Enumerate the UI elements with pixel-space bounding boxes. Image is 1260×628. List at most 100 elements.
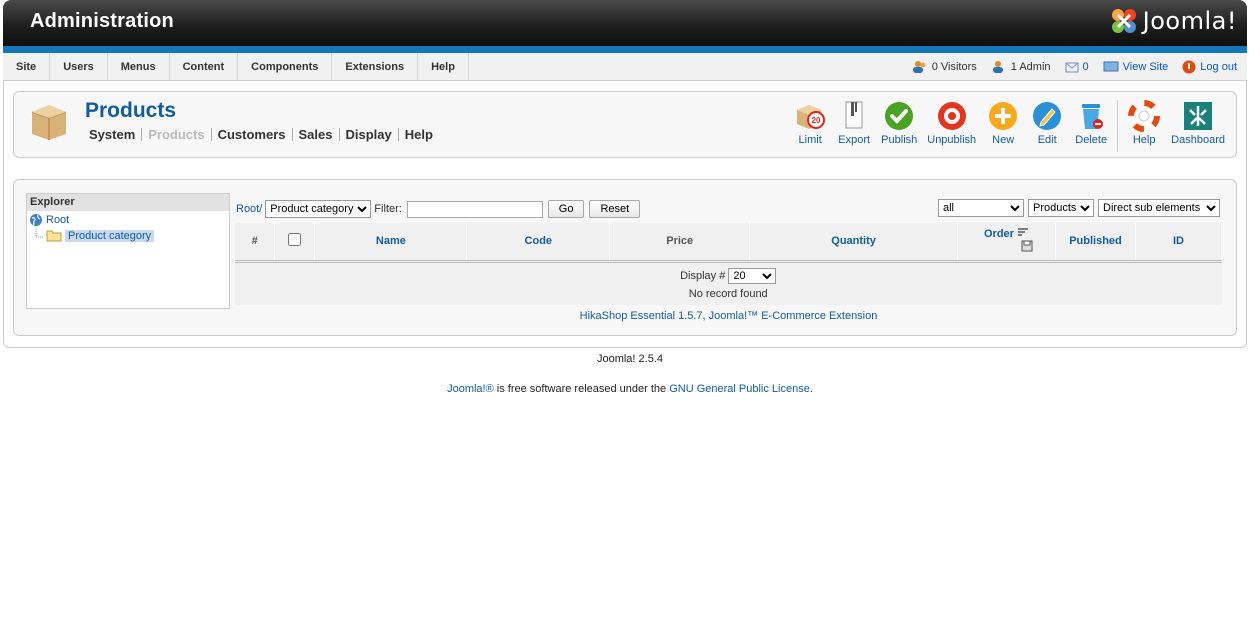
tree-root[interactable]: Root: [27, 211, 229, 227]
col-published[interactable]: Published: [1055, 223, 1136, 261]
menu-site[interactable]: Site: [3, 53, 51, 80]
admin-title: Administration: [30, 10, 174, 32]
trash-icon: [1082, 104, 1104, 129]
logout-link-wrap[interactable]: Log out: [1182, 60, 1237, 74]
filter-label: Filter:: [374, 203, 402, 215]
help-button[interactable]: Help: [1122, 100, 1166, 146]
license-notice: Joomla!® is free software released under…: [0, 383, 1260, 395]
subnav-system[interactable]: System: [89, 128, 141, 141]
lifebuoy-icon: [1128, 100, 1161, 132]
subnav-products: Products: [141, 128, 210, 141]
checkmark-icon: [885, 102, 914, 130]
edit-button[interactable]: Edit: [1025, 100, 1069, 146]
monitor-icon: [1103, 61, 1119, 72]
publish-button[interactable]: Publish: [876, 100, 922, 146]
limit-label: Limit: [798, 134, 822, 146]
explorer-heading: Explorer: [27, 194, 229, 211]
tree-item-product-category[interactable]: Product category: [35, 227, 229, 244]
dashboard-button[interactable]: Dashboard: [1166, 100, 1230, 146]
new-button[interactable]: New: [981, 100, 1025, 146]
admin-header: Administration Joomla!: [3, 0, 1247, 46]
limit-button[interactable]: 20 Limit: [788, 100, 832, 146]
view-site-link[interactable]: View Site: [1123, 61, 1169, 73]
col-quantity[interactable]: Quantity: [749, 223, 959, 261]
save-order-icon[interactable]: [1021, 240, 1033, 252]
select-all-checkbox[interactable]: [288, 233, 302, 247]
col-code[interactable]: Code: [466, 223, 611, 261]
col-price: Price: [609, 223, 751, 261]
menu-extensions[interactable]: Extensions: [332, 53, 419, 80]
delete-label: Delete: [1075, 134, 1108, 146]
unpublish-button[interactable]: Unpublish: [922, 100, 981, 146]
help-label: Help: [1132, 134, 1156, 146]
menu-help[interactable]: Help: [418, 53, 469, 80]
col-number: #: [235, 223, 276, 261]
plus-icon: [989, 102, 1018, 130]
gpl-link[interactable]: GNU General Public License: [669, 383, 810, 395]
toolbar-panel: Products System Products Customers Sales…: [13, 91, 1237, 158]
limit-icon: 20: [797, 105, 826, 129]
license-text: is free software released under the: [493, 383, 670, 395]
messages-count[interactable]: 0: [1083, 61, 1089, 73]
page-title: Products: [85, 99, 177, 122]
status-area: 0 Visitors 1 Admin 0 View Site Log out: [912, 53, 1237, 81]
joomla-logo-text: Joomla!: [1142, 7, 1237, 35]
logout-link[interactable]: Log out: [1200, 61, 1237, 73]
hikashop-link[interactable]: HikaShop Essential 1.5.7, Joomla!™ E-Com…: [580, 310, 878, 322]
display-label: Display #: [680, 269, 726, 282]
tree-root-label[interactable]: Root: [46, 214, 69, 226]
sort-icon: [1018, 228, 1029, 236]
filter-row: Root/ Product category Filter: Go Reset: [236, 200, 641, 218]
subnav-display[interactable]: Display: [338, 128, 398, 141]
visitors-status: 0 Visitors: [912, 60, 977, 74]
menu-users[interactable]: Users: [50, 53, 108, 80]
subnav-help[interactable]: Help: [397, 128, 439, 141]
edit-label: Edit: [1037, 134, 1057, 146]
listing-panel: Explorer Root Product category Root/ Pro…: [13, 179, 1237, 336]
publish-state-select[interactable]: all: [938, 199, 1024, 217]
menu-menus[interactable]: Menus: [108, 53, 170, 80]
empty-message: No record found: [235, 285, 1222, 305]
dashboard-icon: [1184, 102, 1213, 130]
folder-icon: [46, 230, 62, 242]
type-select[interactable]: Products: [1028, 199, 1094, 217]
new-label: New: [992, 134, 1015, 146]
go-button[interactable]: Go: [547, 200, 585, 218]
menu-content[interactable]: Content: [170, 53, 239, 80]
display-count-select[interactable]: 20: [728, 267, 777, 284]
pagination-row: Display # 20: [235, 261, 1222, 286]
right-filters: all Products Direct sub elements: [938, 199, 1220, 217]
tree-item-label[interactable]: Product category: [65, 229, 155, 242]
export-button[interactable]: Export: [832, 100, 876, 146]
col-name[interactable]: Name: [314, 223, 468, 261]
subnav-customers[interactable]: Customers: [210, 128, 292, 141]
category-select[interactable]: Product category: [265, 200, 372, 218]
explorer-panel: Explorer Root Product category: [26, 193, 230, 309]
col-order[interactable]: Order: [957, 223, 1056, 261]
toolbar-buttons: 20 Limit Export Publish Unpublish New Ed…: [788, 100, 1230, 152]
license-end: .: [809, 383, 813, 395]
delete-button[interactable]: Delete: [1069, 100, 1113, 146]
col-id[interactable]: ID: [1135, 223, 1223, 261]
export-icon: [845, 101, 863, 129]
menu-components[interactable]: Components: [238, 53, 333, 80]
filter-input[interactable]: [406, 200, 543, 218]
reset-button[interactable]: Reset: [589, 200, 641, 218]
joomla-logo-icon: [1111, 9, 1136, 33]
products-box-icon: [31, 105, 67, 140]
joomla-link[interactable]: Joomla!®: [447, 383, 494, 395]
subnav-sales[interactable]: Sales: [291, 128, 339, 141]
export-label: Export: [838, 134, 871, 146]
toolbar-divider: [1117, 100, 1119, 152]
scope-select[interactable]: Direct sub elements: [1098, 199, 1220, 217]
menu-bar: Site Users Menus Content Components Exte…: [3, 53, 1247, 81]
header-accent-bar: [3, 46, 1247, 53]
messages-status[interactable]: 0: [1065, 61, 1089, 73]
table-header-row: # Name Code Price Quantity Order Publish…: [235, 223, 1223, 261]
globe-icon: [30, 213, 42, 226]
path-root-link[interactable]: Root/: [236, 203, 262, 215]
sub-navigation: System Products Customers Sales Display …: [89, 128, 439, 141]
view-site-link-wrap[interactable]: View Site: [1103, 61, 1169, 73]
users-icon: [912, 61, 926, 73]
extension-footer: HikaShop Essential 1.5.7, Joomla!™ E-Com…: [235, 310, 1222, 322]
